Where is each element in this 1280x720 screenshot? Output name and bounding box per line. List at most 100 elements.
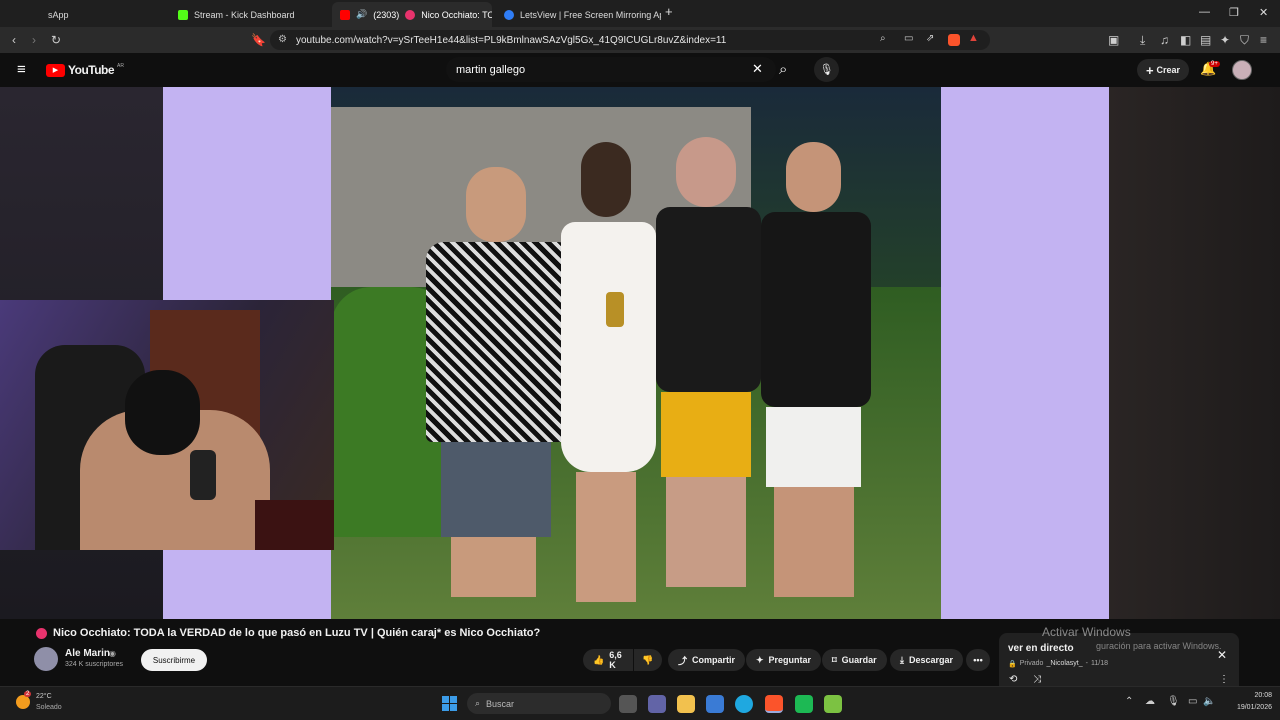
close-window-icon[interactable]: ✕ xyxy=(1259,6,1268,19)
channel-name[interactable]: Ale Marin xyxy=(65,648,110,659)
create-button[interactable]: + Crear xyxy=(1137,59,1189,81)
youtube-logo[interactable]: ▶ YouTube AR xyxy=(46,63,124,77)
file-explorer-icon[interactable] xyxy=(677,695,695,713)
save-button[interactable]: ⌑ Guardar xyxy=(822,649,887,671)
trophy xyxy=(606,292,624,327)
voice-search-icon[interactable]: 🎙 xyxy=(814,57,839,82)
back-icon[interactable]: ‹ xyxy=(12,33,16,47)
clock-date[interactable]: 19/01/2026 xyxy=(1222,704,1272,711)
video-info-area: Nico Occhiato: TODA la VERDAD de lo que … xyxy=(0,619,1280,686)
volume-icon[interactable]: 🔈 xyxy=(1203,696,1215,707)
minimize-icon[interactable]: — xyxy=(1199,6,1210,18)
legs xyxy=(451,537,536,597)
legs xyxy=(576,472,636,602)
weather-temp: 22°C xyxy=(36,693,52,700)
new-tab-icon[interactable]: + xyxy=(665,4,673,19)
playlist-privacy: Privado xyxy=(1019,660,1044,667)
playlist-title[interactable]: ver en directo xyxy=(1008,643,1074,654)
hamburger-menu-icon[interactable]: ≡ xyxy=(17,61,26,78)
subscribe-button[interactable]: Suscribirme xyxy=(141,649,207,671)
search-placeholder: Buscar xyxy=(486,698,515,709)
streamer-hair xyxy=(125,370,200,455)
ask-button[interactable]: ✦ Preguntar xyxy=(746,649,822,671)
windows-start-icon[interactable] xyxy=(442,696,457,711)
logo-text: YouTube xyxy=(68,63,115,77)
shuffle-icon[interactable]: ⤨ xyxy=(1033,674,1041,685)
live-dot-icon xyxy=(405,9,416,20)
leo-icon[interactable]: ✦ xyxy=(1220,33,1230,47)
windows-taskbar: 2 22°C Soleado ⌕ Buscar ⌃ ☁ 🎙 ▭ 🔈 20:08 … xyxy=(0,686,1280,720)
edge-icon[interactable] xyxy=(735,695,753,713)
maximize-icon[interactable]: ❐ xyxy=(1229,6,1239,19)
media-icon[interactable]: ♫ xyxy=(1160,33,1169,47)
network-icon[interactable]: ▭ xyxy=(1188,696,1197,707)
brave-rewards-icon[interactable]: ▲ xyxy=(968,32,979,44)
wallet-icon[interactable]: ▤ xyxy=(1200,33,1211,47)
cast-icon[interactable]: ▭ xyxy=(904,33,913,44)
store-icon[interactable] xyxy=(706,695,724,713)
clock-time[interactable]: 20:08 xyxy=(1222,692,1272,699)
tab-kick-dashboard[interactable]: Stream - Kick Dashboard xyxy=(170,2,330,27)
playlist-menu-icon[interactable]: ⋮ xyxy=(1219,674,1229,685)
app-green-icon[interactable] xyxy=(795,695,813,713)
account-avatar[interactable] xyxy=(1232,60,1252,80)
download-icon: ⤓ xyxy=(900,654,904,665)
live-dot-icon xyxy=(36,628,47,639)
more-actions-button[interactable]: ••• xyxy=(966,649,990,671)
speaker-icon[interactable]: 🔊 xyxy=(356,9,367,20)
reload-icon[interactable]: ↻ xyxy=(51,33,61,47)
activate-windows-title: Activar Windows xyxy=(1042,625,1131,639)
search-icon: ⌕ xyxy=(475,698,481,708)
brave-icon[interactable] xyxy=(765,695,783,713)
country-code: AR xyxy=(117,63,124,69)
playlist-meta: 🔒 Privado _Nicolasyt_ - 11/18 xyxy=(1008,660,1108,668)
weather-desc: Soleado xyxy=(36,704,62,711)
taskbar-search-input[interactable]: ⌕ Buscar xyxy=(467,693,611,714)
video-title: Nico Occhiato: TODA la VERDAD de lo que … xyxy=(53,627,541,639)
dislike-button[interactable]: 👎 xyxy=(634,649,662,671)
tab-label: Stream - Kick Dashboard xyxy=(194,9,295,20)
tab-youtube-video[interactable]: 🔊 (2303) Nico Occhiato: TO ✕ xyxy=(332,2,492,27)
tray-mic-icon[interactable]: 🎙 xyxy=(1167,696,1180,707)
forward-icon[interactable]: › xyxy=(32,33,36,47)
search-input[interactable]: martin gallego ✕ xyxy=(446,57,776,82)
subscriber-count: 324 K suscriptores xyxy=(65,661,123,668)
downloads-icon[interactable]: ⤓ xyxy=(1140,33,1145,48)
vpn-icon[interactable]: ⛉ xyxy=(1240,33,1249,48)
denim-shorts xyxy=(441,442,551,537)
address-bar[interactable]: ⚙ youtube.com/watch?v=ySrTeeH1e44&list=P… xyxy=(270,30,990,50)
sidebar-toggle-icon[interactable]: ▣ xyxy=(1108,33,1119,47)
tab-letsview[interactable]: LetsView | Free Screen Mirroring App xyxy=(496,2,661,27)
tray-app-icon[interactable]: ☁ xyxy=(1145,696,1155,707)
brave-shields-icon[interactable] xyxy=(948,34,960,46)
zoom-icon[interactable]: ⌕ xyxy=(880,33,886,44)
download-button[interactable]: ⤓ Descargar xyxy=(890,649,964,671)
share-label: Compartir xyxy=(692,655,736,665)
person-4 xyxy=(746,142,881,612)
clear-search-icon[interactable]: ✕ xyxy=(752,61,763,77)
lavender-panel-right xyxy=(941,87,1109,619)
sparkle-icon: ✦ xyxy=(756,654,764,665)
channel-avatar[interactable] xyxy=(34,647,58,671)
weather-badge: 2 xyxy=(24,691,32,697)
like-button[interactable]: 👍 6,6 K xyxy=(583,649,633,671)
search-icon[interactable]: ⌕ xyxy=(779,61,787,78)
download-label: Descargar xyxy=(908,655,954,665)
letsview-taskbar-icon[interactable] xyxy=(824,695,842,713)
site-info-icon[interactable]: ⚙ xyxy=(278,34,287,45)
create-label: Crear xyxy=(1156,65,1181,75)
tab-letsview-app[interactable]: sApp xyxy=(40,2,170,27)
reader-icon[interactable]: ◧ xyxy=(1180,33,1191,47)
legs xyxy=(774,487,854,597)
weather-icon[interactable] xyxy=(16,695,30,709)
share-button[interactable]: ⤴ Compartir xyxy=(668,649,746,671)
teams-icon[interactable] xyxy=(648,695,666,713)
task-view-icon[interactable] xyxy=(619,695,637,713)
desk xyxy=(255,500,334,550)
tray-chevron-icon[interactable]: ⌃ xyxy=(1125,696,1133,707)
menu-icon[interactable]: ≡ xyxy=(1260,33,1267,47)
loop-icon[interactable]: ⟲ xyxy=(1009,674,1017,685)
share-page-icon[interactable]: ⇗ xyxy=(926,33,934,44)
bookmark-icon[interactable]: 🔖 xyxy=(251,33,266,47)
white-shorts xyxy=(766,407,861,487)
